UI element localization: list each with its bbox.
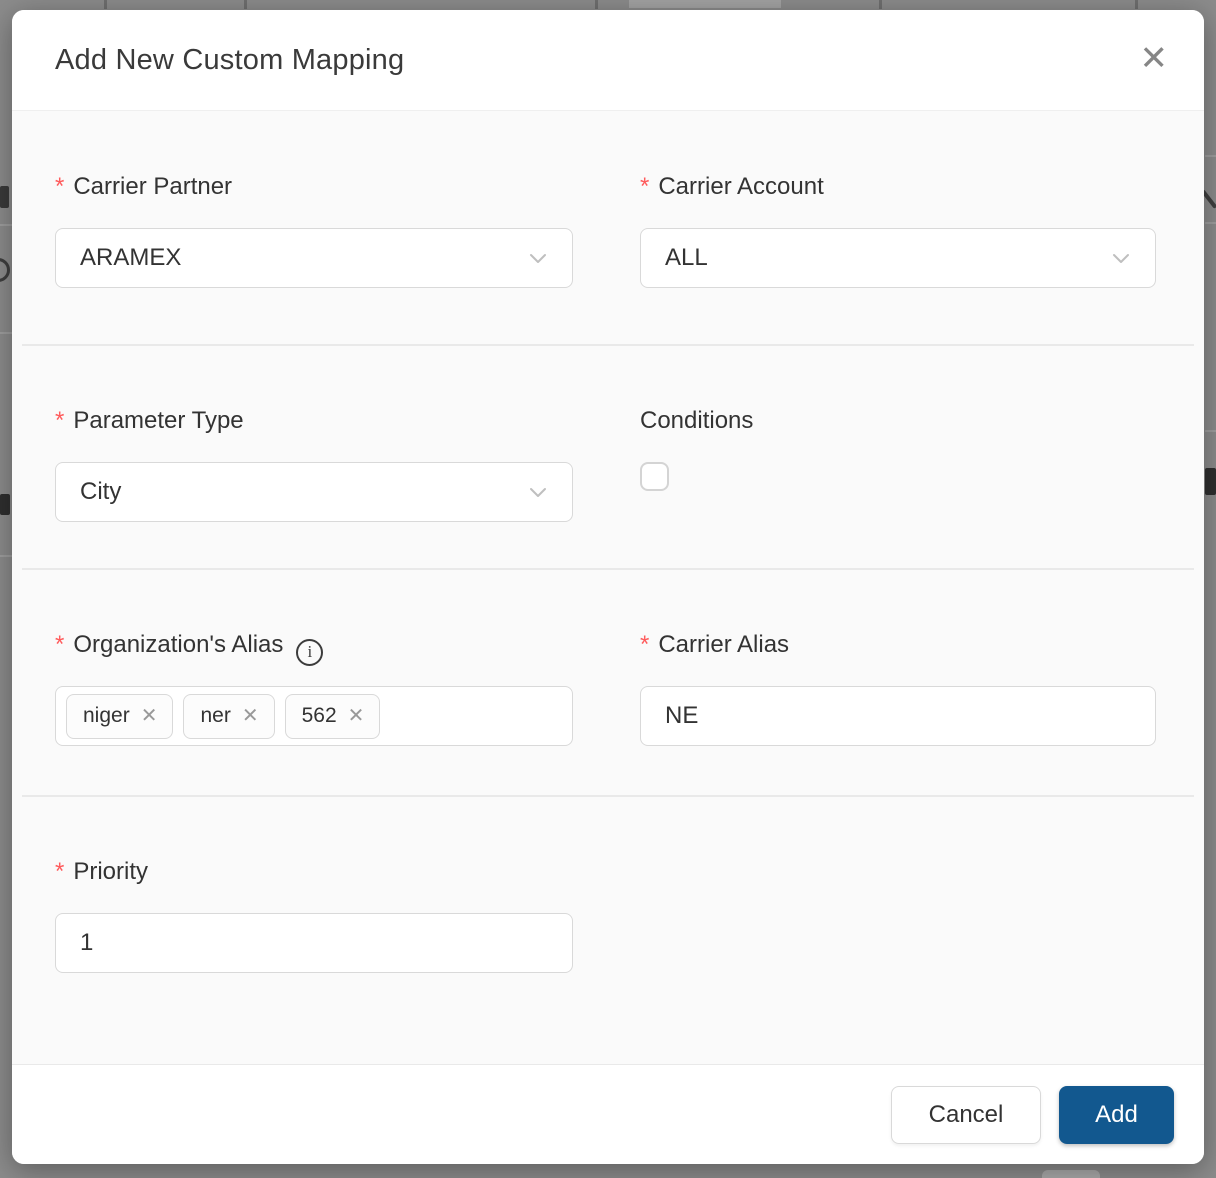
backdrop-text-fragment bbox=[1205, 468, 1216, 495]
form-row-parameter: * Parameter Type City Conditions bbox=[12, 346, 1204, 570]
required-asterisk: * bbox=[55, 173, 65, 200]
required-asterisk: * bbox=[55, 407, 65, 434]
tag-remove-icon[interactable]: ✕ bbox=[242, 706, 259, 726]
chevron-down-icon bbox=[526, 480, 550, 504]
backdrop-text-fragment bbox=[0, 494, 10, 515]
alias-tag-label: niger bbox=[83, 704, 130, 727]
organizations-alias-field: * Organization's Alias i niger ✕ ner ✕ 562 ✕ bbox=[55, 628, 573, 797]
alias-tag-label: ner bbox=[200, 704, 231, 727]
backdrop-table-line bbox=[1135, 0, 1138, 9]
backdrop-table-line bbox=[879, 0, 882, 9]
carrier-account-label: * Carrier Account bbox=[640, 173, 824, 200]
parameter-type-field: * Parameter Type City bbox=[55, 404, 573, 570]
backdrop-line-fragment bbox=[1205, 430, 1216, 432]
carrier-alias-input[interactable] bbox=[640, 686, 1156, 746]
backdrop-button-fragment bbox=[1042, 1170, 1100, 1178]
backdrop-text-fragment bbox=[0, 186, 9, 208]
form-row-carrier: * Carrier Partner ARAMEX * Carrier Account… bbox=[12, 112, 1204, 346]
backdrop-table-line bbox=[104, 0, 107, 9]
backdrop-search-icon-fragment bbox=[0, 258, 10, 282]
info-icon[interactable]: i bbox=[296, 638, 324, 666]
carrier-account-field: * Carrier Account ALL bbox=[640, 170, 1156, 346]
backdrop-line-fragment bbox=[0, 224, 12, 226]
dialog-header: Add New Custom Mapping ✕ bbox=[12, 10, 1204, 111]
dialog-title: Add New Custom Mapping bbox=[55, 43, 405, 76]
cancel-button[interactable]: Cancel bbox=[891, 1085, 1041, 1144]
dialog-footer: Cancel Add bbox=[12, 1064, 1204, 1164]
organizations-alias-input[interactable]: niger ✕ ner ✕ 562 ✕ bbox=[55, 686, 573, 746]
backdrop-line-fragment bbox=[1205, 222, 1216, 224]
required-asterisk: * bbox=[640, 631, 650, 658]
chevron-down-icon bbox=[526, 246, 550, 270]
add-button[interactable]: Add bbox=[1059, 1085, 1174, 1144]
carrier-partner-label: * Carrier Partner bbox=[55, 173, 233, 200]
priority-input[interactable] bbox=[55, 913, 573, 973]
tag-remove-icon[interactable]: ✕ bbox=[348, 706, 365, 726]
parameter-type-value: City bbox=[80, 478, 122, 505]
form-row-alias: * Organization's Alias i niger ✕ ner ✕ 562 ✕ * C… bbox=[12, 570, 1204, 797]
carrier-account-select[interactable]: ALL bbox=[640, 228, 1156, 288]
required-asterisk: * bbox=[55, 858, 65, 885]
conditions-checkbox[interactable] bbox=[640, 462, 669, 491]
form-row-priority: * Priority bbox=[12, 797, 1204, 1066]
backdrop-line-fragment bbox=[0, 555, 12, 557]
backdrop-line-fragment bbox=[1205, 155, 1216, 157]
dialog-body: * Carrier Partner ARAMEX * Carrier Account… bbox=[12, 112, 1204, 1064]
close-icon[interactable]: ✕ bbox=[1140, 42, 1169, 76]
carrier-partner-select[interactable]: ARAMEX bbox=[55, 228, 573, 288]
required-asterisk: * bbox=[55, 631, 65, 658]
carrier-alias-field: * Carrier Alias bbox=[640, 628, 1156, 797]
carrier-partner-value: ARAMEX bbox=[80, 244, 182, 271]
alias-tag: ner ✕ bbox=[183, 693, 275, 739]
parameter-type-select[interactable]: City bbox=[55, 462, 573, 522]
carrier-account-value: ALL bbox=[665, 244, 708, 271]
priority-label: * Priority bbox=[55, 858, 149, 885]
priority-field: * Priority bbox=[55, 855, 573, 1066]
add-custom-mapping-dialog: Add New Custom Mapping ✕ * Carrier Partne… bbox=[12, 10, 1204, 1164]
chevron-down-icon bbox=[1109, 246, 1133, 270]
carrier-partner-field: * Carrier Partner ARAMEX bbox=[55, 170, 573, 346]
carrier-alias-label: * Carrier Alias bbox=[640, 631, 790, 658]
alias-tag-label: 562 bbox=[301, 704, 337, 727]
backdrop-line-fragment bbox=[0, 332, 12, 334]
organizations-alias-label: * Organization's Alias i bbox=[55, 628, 573, 666]
backdrop-table-line bbox=[595, 0, 598, 9]
conditions-field: Conditions bbox=[640, 404, 1156, 570]
alias-tag: 562 ✕ bbox=[284, 693, 381, 739]
required-asterisk: * bbox=[640, 173, 650, 200]
alias-tag: niger ✕ bbox=[66, 693, 174, 739]
backdrop-table-line bbox=[244, 0, 247, 9]
backdrop-highlight-row bbox=[629, 0, 781, 8]
parameter-type-label: * Parameter Type bbox=[55, 407, 244, 434]
tag-remove-icon[interactable]: ✕ bbox=[141, 706, 158, 726]
conditions-label: Conditions bbox=[640, 407, 754, 434]
